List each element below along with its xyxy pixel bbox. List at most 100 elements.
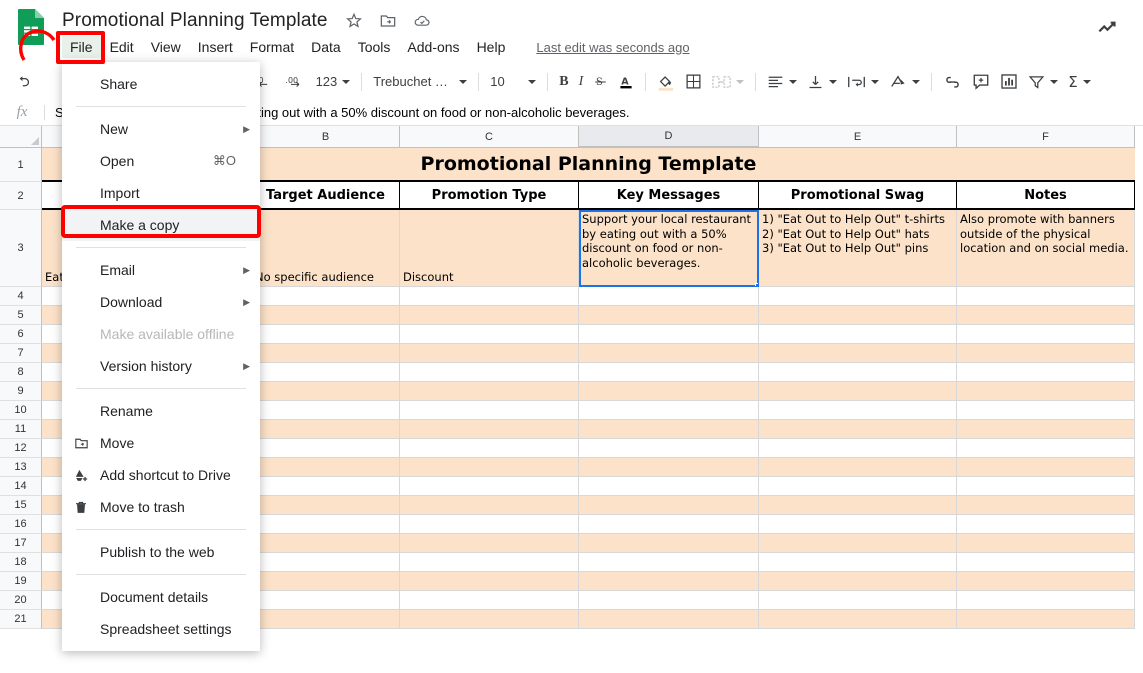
empty-cell[interactable] <box>579 287 759 306</box>
empty-cell[interactable] <box>759 401 957 420</box>
horizontal-align-icon[interactable] <box>762 69 802 95</box>
borders-icon[interactable] <box>680 69 707 95</box>
row-header-12[interactable]: 12 <box>0 439 42 458</box>
empty-cell[interactable] <box>957 591 1135 610</box>
menu-item-document-details[interactable]: Document details <box>62 581 260 613</box>
empty-cell[interactable] <box>759 458 957 477</box>
empty-cell[interactable] <box>252 382 400 401</box>
empty-cell[interactable] <box>400 325 579 344</box>
font-family-selector[interactable]: Trebuchet … <box>368 69 472 95</box>
empty-cell[interactable] <box>957 610 1135 629</box>
empty-cell[interactable] <box>759 287 957 306</box>
empty-cell[interactable] <box>957 306 1135 325</box>
empty-cell[interactable] <box>400 553 579 572</box>
row-header-10[interactable]: 10 <box>0 401 42 420</box>
text-color-button[interactable]: A <box>613 69 639 95</box>
empty-cell[interactable] <box>252 553 400 572</box>
last-edit-status[interactable]: Last edit was seconds ago <box>536 40 689 55</box>
move-to-folder-icon[interactable] <box>378 11 398 31</box>
menu-insert[interactable]: Insert <box>190 36 241 58</box>
empty-cell[interactable] <box>579 344 759 363</box>
empty-cell[interactable] <box>252 344 400 363</box>
empty-cell[interactable] <box>252 420 400 439</box>
row-header-13[interactable]: 13 <box>0 458 42 477</box>
row-header-17[interactable]: 17 <box>0 534 42 553</box>
text-wrap-icon[interactable] <box>842 69 884 95</box>
menu-item-version-history[interactable]: Version history ▶ <box>62 350 260 382</box>
fill-handle[interactable] <box>755 283 758 286</box>
empty-cell[interactable] <box>759 325 957 344</box>
empty-cell[interactable] <box>579 477 759 496</box>
empty-cell[interactable] <box>957 496 1135 515</box>
empty-cell[interactable] <box>957 477 1135 496</box>
empty-cell[interactable] <box>400 572 579 591</box>
menu-format[interactable]: Format <box>242 36 302 58</box>
row-header-6[interactable]: 6 <box>0 325 42 344</box>
empty-cell[interactable] <box>759 591 957 610</box>
empty-cell[interactable] <box>252 496 400 515</box>
functions-button[interactable]: Σ <box>1063 69 1095 95</box>
empty-cell[interactable] <box>252 439 400 458</box>
empty-cell[interactable] <box>579 306 759 325</box>
menu-item-publish-to-the-web[interactable]: Publish to the web <box>62 536 260 568</box>
empty-cell[interactable] <box>400 534 579 553</box>
empty-cell[interactable] <box>252 306 400 325</box>
chart-icon[interactable] <box>995 69 1023 95</box>
drive-cloud-icon[interactable] <box>412 11 432 31</box>
document-title[interactable]: Promotional Planning Template <box>62 10 328 32</box>
empty-cell[interactable] <box>957 534 1135 553</box>
empty-cell[interactable] <box>400 401 579 420</box>
empty-cell[interactable] <box>400 382 579 401</box>
empty-cell[interactable] <box>579 325 759 344</box>
empty-cell[interactable] <box>957 325 1135 344</box>
menu-item-spreadsheet-settings[interactable]: Spreadsheet settings <box>62 613 260 645</box>
empty-cell[interactable] <box>579 496 759 515</box>
bold-button[interactable]: B <box>554 69 573 95</box>
column-title-cell[interactable]: Promotional Swag <box>759 182 957 210</box>
empty-cell[interactable] <box>252 572 400 591</box>
row-header-14[interactable]: 14 <box>0 477 42 496</box>
row-header-4[interactable]: 4 <box>0 287 42 306</box>
number-format-button[interactable]: 123 <box>311 69 356 95</box>
column-title-cell[interactable]: Key Messages <box>579 182 759 210</box>
select-all-corner[interactable] <box>0 126 42 148</box>
empty-cell[interactable] <box>759 439 957 458</box>
empty-cell[interactable] <box>957 420 1135 439</box>
empty-cell[interactable] <box>252 363 400 382</box>
empty-cell[interactable] <box>400 496 579 515</box>
empty-cell[interactable] <box>252 458 400 477</box>
fill-color-icon[interactable] <box>652 69 680 95</box>
empty-cell[interactable] <box>579 363 759 382</box>
empty-cell[interactable] <box>957 401 1135 420</box>
empty-cell[interactable] <box>400 344 579 363</box>
empty-cell[interactable] <box>957 572 1135 591</box>
empty-cell[interactable] <box>957 439 1135 458</box>
row-header-19[interactable]: 19 <box>0 572 42 591</box>
row-header-15[interactable]: 15 <box>0 496 42 515</box>
empty-cell[interactable] <box>579 610 759 629</box>
empty-cell[interactable] <box>957 553 1135 572</box>
menu-item-move-to-trash[interactable]: Move to trash <box>62 491 260 523</box>
empty-cell[interactable] <box>957 363 1135 382</box>
row-header-2[interactable]: 2 <box>0 182 42 210</box>
menu-item-new[interactable]: New ▶ <box>62 113 260 145</box>
row-header-7[interactable]: 7 <box>0 344 42 363</box>
menu-item-make-a-copy[interactable]: Make a copy <box>62 209 260 241</box>
menu-item-rename[interactable]: Rename <box>62 395 260 427</box>
link-icon[interactable] <box>938 69 967 95</box>
empty-cell[interactable] <box>759 363 957 382</box>
menu-add-ons[interactable]: Add-ons <box>399 36 467 58</box>
menu-help[interactable]: Help <box>469 36 514 58</box>
font-size-selector[interactable]: 10 <box>485 69 541 95</box>
empty-cell[interactable] <box>579 458 759 477</box>
column-header-F[interactable]: F <box>957 126 1135 148</box>
empty-cell[interactable] <box>579 382 759 401</box>
menu-item-move[interactable]: Move <box>62 427 260 459</box>
empty-cell[interactable] <box>252 401 400 420</box>
empty-cell[interactable] <box>252 287 400 306</box>
row-header-9[interactable]: 9 <box>0 382 42 401</box>
empty-cell[interactable] <box>579 420 759 439</box>
empty-cell[interactable] <box>957 458 1135 477</box>
empty-cell[interactable] <box>579 534 759 553</box>
empty-cell[interactable] <box>579 515 759 534</box>
